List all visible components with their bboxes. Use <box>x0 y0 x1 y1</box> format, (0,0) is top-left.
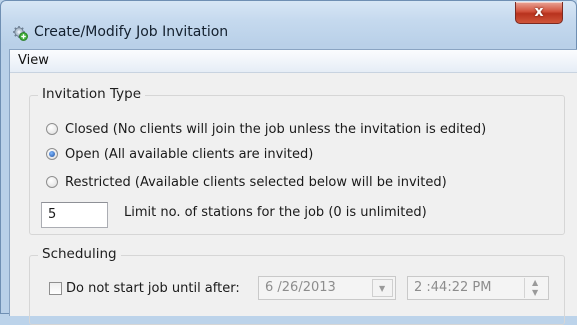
delay-start-label[interactable]: Do not start job until after: <box>66 281 240 296</box>
date-dropdown-button[interactable]: ▼ <box>372 279 393 297</box>
station-limit-input[interactable]: 5 <box>41 202 108 228</box>
spin-down-icon[interactable]: ▼ <box>532 288 538 297</box>
scheduling-title: Scheduling <box>38 246 121 262</box>
menu-item-view[interactable]: View <box>18 53 49 68</box>
radio-closed-button[interactable] <box>46 123 58 135</box>
dialog-client-area: View Invitation Type Closed (No clients … <box>9 49 577 325</box>
station-limit-label: Limit no. of stations for the job (0 is … <box>124 205 427 220</box>
spin-up-icon[interactable]: ▲ <box>532 278 538 287</box>
radio-restricted-button[interactable] <box>46 176 58 188</box>
radio-open-label[interactable]: Open (All available clients are invited) <box>65 147 313 162</box>
title-bar[interactable]: Create/Modify Job Invitation x <box>1 1 576 45</box>
close-icon: x <box>534 4 544 20</box>
chevron-down-icon: ▼ <box>379 284 386 293</box>
close-button[interactable]: x <box>515 2 563 24</box>
menu-bar: View <box>10 50 577 73</box>
dialog-window: Create/Modify Job Invitation x View Invi… <box>0 0 577 325</box>
gear-plus-icon <box>12 25 28 41</box>
radio-closed-label[interactable]: Closed (No clients will join the job unl… <box>65 122 486 137</box>
invitation-type-title: Invitation Type <box>38 86 146 102</box>
radio-open-button[interactable] <box>46 148 58 160</box>
time-spinner[interactable]: ▲ ▼ <box>524 278 547 298</box>
window-title: Create/Modify Job Invitation <box>34 24 229 40</box>
delay-start-checkbox[interactable] <box>49 282 62 295</box>
radio-restricted-label[interactable]: Restricted (Available clients selected b… <box>65 175 447 190</box>
